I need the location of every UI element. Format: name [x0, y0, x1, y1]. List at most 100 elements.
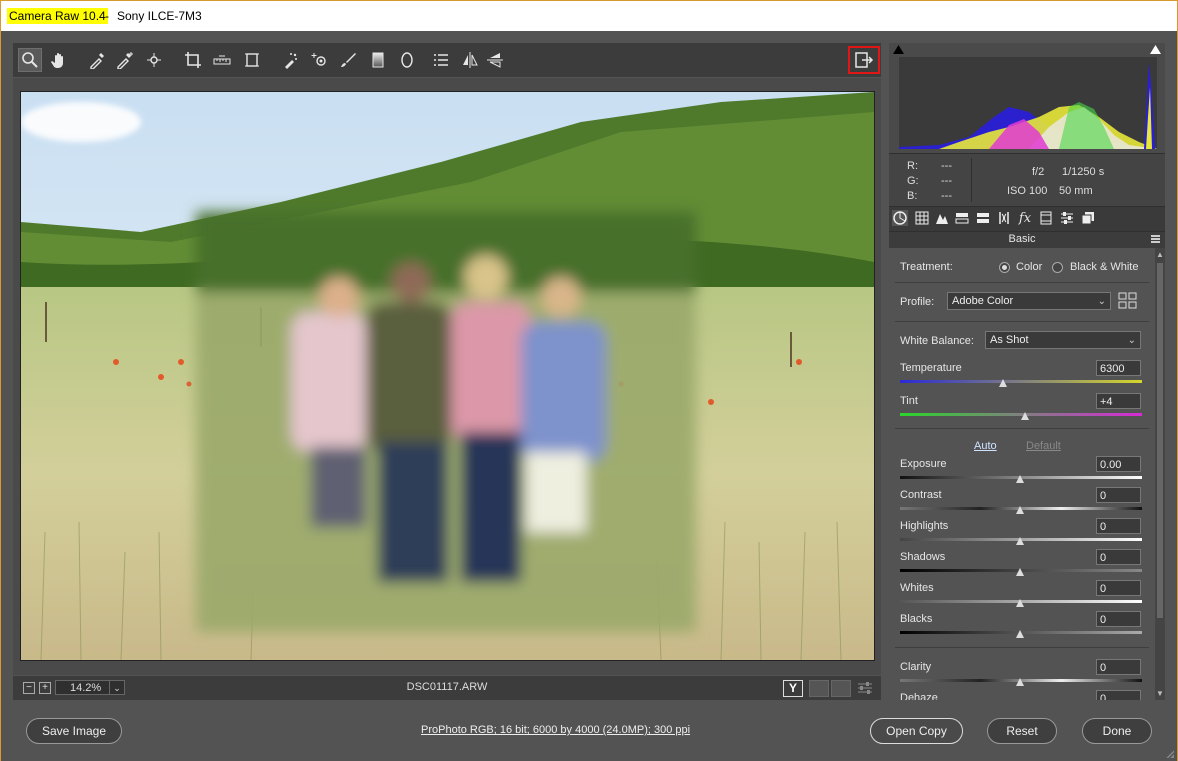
crop-icon[interactable] [181, 48, 205, 72]
exposure-slider-handle[interactable] [1016, 475, 1024, 483]
treatment-bw-label: Black & White [1070, 261, 1139, 273]
hand-icon[interactable] [47, 48, 71, 72]
done-button[interactable]: Done [1082, 718, 1152, 744]
spot-removal-icon[interactable] [278, 48, 302, 72]
open-preferences-icon [855, 52, 874, 68]
hsl-tab-icon[interactable] [954, 210, 970, 226]
profile-select[interactable]: Adobe Color ⌄ [947, 292, 1111, 310]
highlights-label: Highlights [900, 520, 949, 532]
camera-model: Sony ILCE-7M3 [117, 9, 202, 23]
dehaze-label: Dehaze [900, 692, 938, 700]
scrollbar-thumb[interactable] [1157, 263, 1163, 618]
contrast-field[interactable]: 0 [1096, 487, 1141, 503]
effects-tab-icon[interactable]: fx [1017, 210, 1033, 226]
default-link[interactable]: Default [1026, 440, 1061, 452]
radial-filter-icon[interactable] [395, 48, 419, 72]
save-image-button[interactable]: Save Image [26, 718, 122, 744]
targeted-adjustment-icon[interactable] [143, 48, 167, 72]
auto-link[interactable]: Auto [974, 440, 997, 452]
adjustment-brush-icon[interactable] [336, 48, 360, 72]
scroll-up-icon[interactable]: ▲ [1156, 250, 1164, 259]
graduated-filter-icon[interactable] [366, 48, 390, 72]
transform-icon[interactable] [240, 48, 264, 72]
split-toning-tab-icon[interactable] [975, 210, 991, 226]
app-title: Camera Raw 10.4 [7, 8, 108, 24]
shadows-field[interactable]: 0 [1096, 549, 1141, 565]
zoom-icon[interactable] [18, 48, 42, 72]
treatment-color-radio[interactable] [999, 262, 1010, 273]
exposure-label: Exposure [900, 458, 947, 470]
whites-field[interactable]: 0 [1096, 580, 1141, 596]
white-balance-select[interactable]: As Shot ⌄ [985, 331, 1141, 349]
treatment-color-label: Color [1016, 261, 1043, 273]
scroll-down-icon[interactable]: ▼ [1156, 689, 1164, 698]
tool-bar [13, 43, 881, 77]
tint-label: Tint [900, 395, 918, 407]
clarity-slider-handle[interactable] [1016, 678, 1024, 686]
b-value: --- [941, 190, 952, 202]
tint-slider-handle[interactable] [1021, 412, 1029, 420]
blacks-field[interactable]: 0 [1096, 611, 1141, 627]
panel-tabs: fx [889, 206, 1165, 232]
highlights-field[interactable]: 0 [1096, 518, 1141, 534]
status-bar: − + 14.2% ⌄ DSC01117.ARW Y [13, 676, 881, 700]
file-name: DSC01117.ARW [406, 681, 488, 693]
shadows-slider-handle[interactable] [1016, 568, 1024, 576]
photo-preview[interactable] [20, 91, 875, 661]
snapshots-tab-icon[interactable] [1080, 210, 1096, 226]
panel-menu-icon[interactable] [1151, 235, 1160, 243]
open-copy-button[interactable]: Open Copy [870, 718, 963, 744]
exposure-field[interactable]: 0.00 [1096, 456, 1141, 472]
r-label: R: [907, 160, 918, 172]
dehaze-field[interactable]: 0 [1096, 690, 1141, 700]
treatment-bw-radio[interactable] [1052, 262, 1063, 273]
panel-scrollbar[interactable]: ▲ ▼ [1155, 248, 1165, 700]
rotate-right-icon[interactable] [483, 48, 507, 72]
shadow-clipping-icon[interactable] [893, 45, 904, 54]
temperature-label: Temperature [900, 362, 962, 374]
color-sampler-icon[interactable] [113, 48, 137, 72]
blacks-label: Blacks [900, 613, 933, 625]
straighten-icon[interactable] [210, 48, 234, 72]
contrast-slider-handle[interactable] [1016, 506, 1024, 514]
camera-calibration-tab-icon[interactable] [1038, 210, 1054, 226]
right-panel: R: G: B: --- --- --- f/2 1/1250 s ISO 10… [889, 43, 1165, 700]
presets-tab-icon[interactable] [1059, 210, 1075, 226]
basic-tab-icon[interactable] [892, 210, 908, 226]
workflow-options-link[interactable]: ProPhoto RGB; 16 bit; 6000 by 4000 (24.0… [421, 724, 690, 736]
swap-before-after-icon[interactable] [809, 680, 829, 697]
open-preferences-button[interactable] [848, 46, 880, 74]
white-balance-icon[interactable] [85, 48, 109, 72]
temperature-slider[interactable] [900, 380, 1142, 383]
shadows-label: Shadows [900, 551, 946, 563]
before-after-button[interactable]: Y [783, 680, 803, 697]
tone-curve-tab-icon[interactable] [914, 210, 930, 226]
g-value: --- [941, 175, 952, 187]
temperature-slider-handle[interactable] [999, 379, 1007, 387]
tint-field[interactable]: +4 [1096, 393, 1141, 409]
white-balance-value: As Shot [990, 334, 1029, 346]
focal-length: 50 mm [1059, 185, 1093, 197]
blacks-slider-handle[interactable] [1016, 630, 1024, 638]
red-eye-icon[interactable] [307, 48, 331, 72]
readout-divider [971, 158, 972, 202]
preview-settings-icon[interactable] [857, 681, 873, 695]
copy-after-to-before-icon[interactable] [831, 680, 851, 697]
profile-browser-icon[interactable] [1118, 292, 1138, 310]
resize-grip-icon[interactable] [1164, 748, 1174, 758]
whites-slider-handle[interactable] [1016, 599, 1024, 607]
divider [895, 321, 1149, 322]
profile-value: Adobe Color [952, 295, 1014, 307]
lens-corrections-tab-icon[interactable] [996, 210, 1012, 226]
clarity-field[interactable]: 0 [1096, 659, 1141, 675]
highlight-clipping-icon[interactable] [1150, 45, 1161, 54]
basic-panel: Treatment: Color Black & White Profile: … [889, 248, 1155, 700]
rotate-left-icon[interactable] [458, 48, 482, 72]
reset-button[interactable]: Reset [987, 718, 1057, 744]
temperature-field[interactable]: 6300 [1096, 360, 1141, 376]
presets-list-icon[interactable] [429, 48, 453, 72]
detail-tab-icon[interactable] [934, 210, 950, 226]
highlights-slider-handle[interactable] [1016, 537, 1024, 545]
contrast-label: Contrast [900, 489, 942, 501]
divider [895, 428, 1149, 429]
